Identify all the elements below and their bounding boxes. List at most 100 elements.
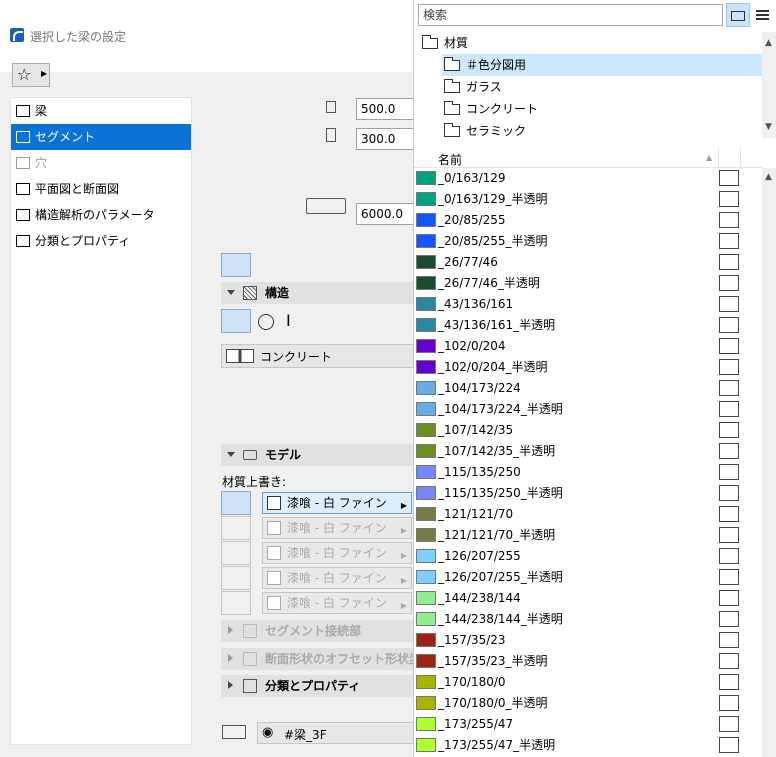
material-checkbox[interactable] xyxy=(719,674,739,690)
override-material-3[interactable]: 漆喰 - 白 ファイン ▶ xyxy=(262,542,412,564)
tree-folder-item[interactable]: ＃色分図用 xyxy=(442,54,762,76)
material-row[interactable]: _0/163/129 xyxy=(414,168,762,189)
material-row[interactable]: _144/238/144_半透明 xyxy=(414,609,762,630)
material-checkbox[interactable] xyxy=(719,380,739,396)
material-checkbox[interactable] xyxy=(719,590,739,606)
complex-profile-toggle[interactable] xyxy=(251,253,281,277)
material-checkbox[interactable] xyxy=(719,716,739,732)
width-field[interactable]: 300.0 xyxy=(356,128,414,150)
material-row[interactable]: _104/173/224 xyxy=(414,378,762,399)
nav-item[interactable]: 分類とプロパティ xyxy=(11,228,191,254)
material-row[interactable]: _157/35/23_半透明 xyxy=(414,651,762,672)
nav-item[interactable]: 梁 xyxy=(11,98,191,124)
material-row[interactable]: _102/0/204 xyxy=(414,336,762,357)
color-swatch xyxy=(416,423,436,437)
structure-section-header[interactable]: 構造 xyxy=(221,282,414,304)
list-scrollbar[interactable]: ▲ xyxy=(762,168,776,757)
override-material-1[interactable]: 漆喰 - 白 ファイン ▶ xyxy=(262,492,412,514)
material-checkbox[interactable] xyxy=(719,233,739,249)
nav-item[interactable]: セグメント xyxy=(11,124,191,150)
building-material-popup[interactable]: コンクリート xyxy=(221,344,414,368)
material-row[interactable]: _157/35/23 xyxy=(414,630,762,651)
rectangle-shape-button[interactable] xyxy=(221,309,251,333)
override-toggle-5[interactable] xyxy=(221,591,251,615)
material-checkbox[interactable] xyxy=(719,464,739,480)
material-checkbox[interactable] xyxy=(719,317,739,333)
segment-joint-section-header[interactable]: セグメント接続部 xyxy=(221,620,414,642)
override-toggle-3[interactable] xyxy=(221,541,251,565)
material-checkbox[interactable] xyxy=(719,401,739,417)
material-row[interactable]: _115/135/250 xyxy=(414,462,762,483)
override-toggle-1[interactable] xyxy=(221,491,251,515)
override-material-5[interactable]: 漆喰 - 白 ファイン ▶ xyxy=(262,592,412,614)
material-row[interactable]: _102/0/204_半透明 xyxy=(414,357,762,378)
material-checkbox[interactable] xyxy=(719,653,739,669)
material-row[interactable]: _104/173/224_半透明 xyxy=(414,399,762,420)
material-row[interactable]: _173/255/47_半透明 xyxy=(414,735,762,756)
material-row[interactable]: _170/180/0_半透明 xyxy=(414,693,762,714)
material-checkbox[interactable] xyxy=(719,632,739,648)
material-checkbox[interactable] xyxy=(719,359,739,375)
material-checkbox[interactable] xyxy=(719,170,739,186)
name-column-header[interactable]: 名前 xyxy=(438,151,462,168)
material-checkbox[interactable] xyxy=(719,212,739,228)
material-checkbox[interactable] xyxy=(719,611,739,627)
material-row[interactable]: _26/77/46_半透明 xyxy=(414,273,762,294)
nav-item[interactable]: 平面図と断面図 xyxy=(11,176,191,202)
material-checkbox[interactable] xyxy=(719,506,739,522)
material-checkbox[interactable] xyxy=(719,338,739,354)
tree-folder-item[interactable]: ガラス xyxy=(442,76,762,98)
material-row[interactable]: _144/238/144 xyxy=(414,588,762,609)
material-row[interactable]: _20/85/255 xyxy=(414,210,762,231)
material-row[interactable]: _107/142/35 xyxy=(414,420,762,441)
rectangular-profile-toggle[interactable] xyxy=(221,253,251,277)
material-row[interactable]: _107/142/35_半透明 xyxy=(414,441,762,462)
tree-folder-item[interactable]: セラミック xyxy=(442,120,762,138)
material-row[interactable]: _0/163/129_半透明 xyxy=(414,189,762,210)
material-checkbox[interactable] xyxy=(719,695,739,711)
material-checkbox[interactable] xyxy=(719,191,739,207)
i-beam-shape-button[interactable]: I xyxy=(286,311,291,330)
material-checkbox[interactable] xyxy=(719,485,739,501)
material-row[interactable]: _121/121/70 xyxy=(414,504,762,525)
material-checkbox[interactable] xyxy=(719,275,739,291)
search-input[interactable]: 検索 xyxy=(418,4,723,26)
model-section-header[interactable]: モデル xyxy=(221,444,414,466)
override-toggle-2[interactable] xyxy=(221,516,251,540)
circle-shape-button[interactable] xyxy=(258,314,274,330)
material-checkbox[interactable] xyxy=(719,422,739,438)
material-checkbox[interactable] xyxy=(719,548,739,564)
length-field[interactable]: 6000.0 xyxy=(356,203,414,225)
material-row[interactable]: _126/207/255 xyxy=(414,546,762,567)
material-row[interactable]: _115/135/250_半透明 xyxy=(414,483,762,504)
list-view-button[interactable] xyxy=(752,3,774,27)
classification-section-header[interactable]: 分類とプロパティ xyxy=(221,675,414,697)
material-checkbox[interactable] xyxy=(719,443,739,459)
material-checkbox[interactable] xyxy=(719,569,739,585)
material-checkbox[interactable] xyxy=(719,254,739,270)
nav-item[interactable]: 構造解析のパラメータ xyxy=(11,202,191,228)
material-row[interactable]: _121/121/70_半透明 xyxy=(414,525,762,546)
override-material-2[interactable]: 漆喰 - 白 ファイン ▶ xyxy=(262,517,412,539)
material-name: _26/77/46 xyxy=(438,255,498,269)
material-row[interactable]: _170/180/0 xyxy=(414,672,762,693)
tree-folder-item[interactable]: コンクリート xyxy=(442,98,762,120)
material-row[interactable]: _126/207/255_半透明 xyxy=(414,567,762,588)
material-checkbox[interactable] xyxy=(719,527,739,543)
override-toggle-4[interactable] xyxy=(221,566,251,590)
override-material-4[interactable]: 漆喰 - 白 ファイン ▶ xyxy=(262,567,412,589)
material-row[interactable]: _43/136/161 xyxy=(414,294,762,315)
height-field[interactable]: 500.0 xyxy=(356,98,414,120)
material-row[interactable]: _26/77/46 xyxy=(414,252,762,273)
material-checkbox[interactable] xyxy=(719,296,739,312)
tree-scrollbar[interactable]: ▲ ▼ xyxy=(762,32,776,138)
material-row[interactable]: _43/136/161_半透明 xyxy=(414,315,762,336)
material-checkbox[interactable] xyxy=(719,737,739,753)
material-row[interactable]: _20/85/255_半透明 xyxy=(414,231,762,252)
tree-view-button[interactable] xyxy=(726,3,750,27)
tree-folder-item[interactable]: 材質 xyxy=(420,32,762,54)
offset-section-header[interactable]: 断面形状のオフセット形状変更 xyxy=(221,648,414,670)
layer-popup[interactable]: ◉ #梁_3F xyxy=(257,722,414,744)
material-row[interactable]: _173/255/47 xyxy=(414,714,762,735)
favorites-button[interactable]: ☆ ▶ xyxy=(12,63,50,87)
